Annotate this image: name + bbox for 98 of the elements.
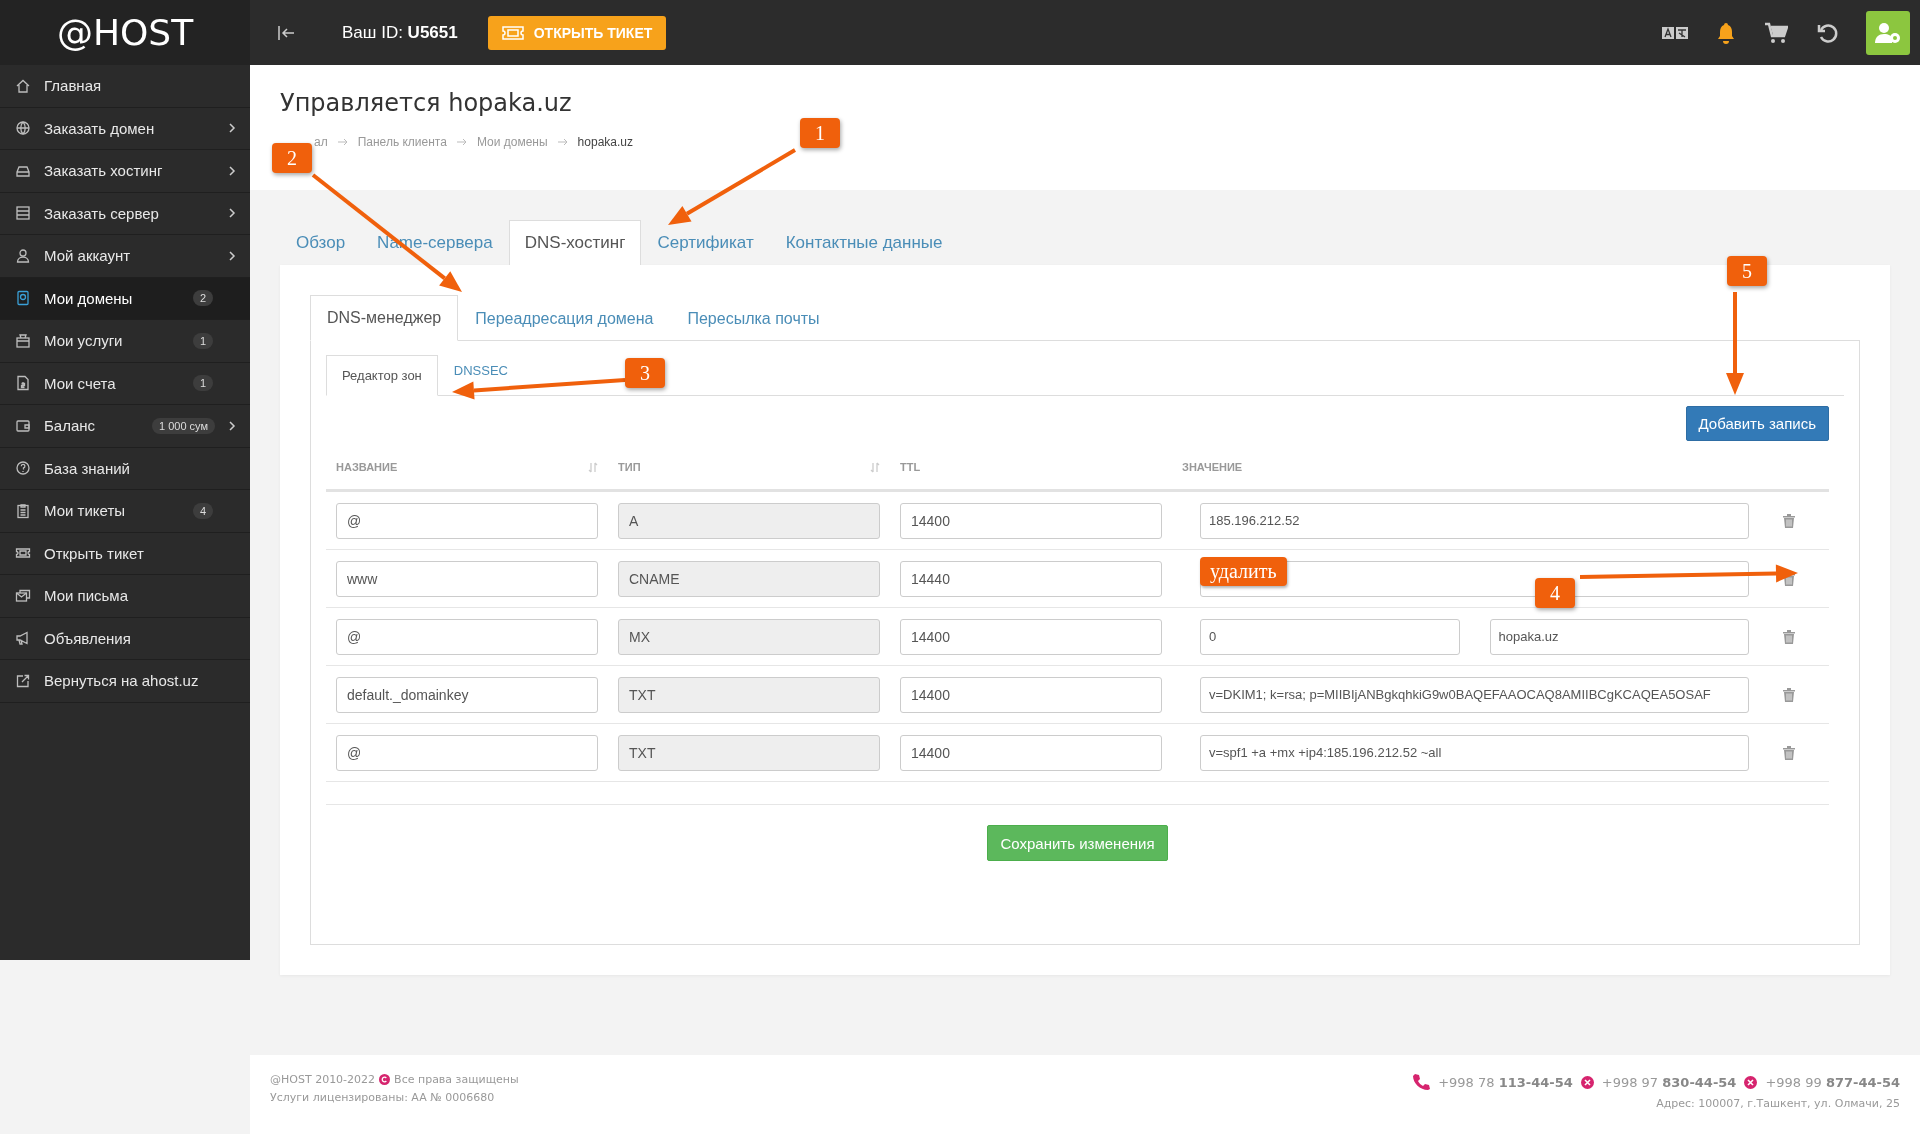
add-record-button[interactable]: Добавить запись <box>1685 406 1829 441</box>
column-header: НАЗВАНИЕ <box>336 461 398 473</box>
name-field[interactable]: @ <box>336 734 598 771</box>
bell-icon[interactable] <box>1716 21 1736 44</box>
breadcrumb: hopaka.uz <box>577 135 633 149</box>
annotation-badge: 5 <box>1727 256 1767 286</box>
phone-number[interactable]: +998 78 113-44-54 <box>1438 1074 1573 1090</box>
tab[interactable]: Пересылка почты <box>670 295 837 341</box>
help-icon <box>15 460 31 477</box>
sidebar-item[interactable]: Баланс 1 000 сум <box>0 405 250 448</box>
gift-box-icon <box>15 332 31 349</box>
phone-number[interactable]: +998 99 877-44-54 <box>1765 1074 1900 1090</box>
phone-icon <box>1412 1073 1431 1091</box>
ttl-field[interactable]: 14400 <box>900 676 1162 713</box>
tab[interactable]: DNS-хостинг <box>508 220 642 265</box>
trash-icon[interactable] <box>1783 513 1795 528</box>
type-field[interactable]: MX <box>618 618 880 655</box>
globe-icon <box>15 120 31 137</box>
tab[interactable]: DNSSEC <box>437 355 524 379</box>
refresh-icon[interactable] <box>1816 21 1838 44</box>
account-settings-button[interactable] <box>1866 10 1910 55</box>
annotation-badge: 3 <box>625 358 665 388</box>
sidebar-item[interactable]: Мой аккаунт <box>0 235 250 278</box>
page-title: Управляется hopaka.uz <box>280 89 573 117</box>
sidebar-item[interactable]: Мои домены 2 <box>0 277 250 320</box>
annotation-badge: 4 <box>1535 578 1575 608</box>
value-field[interactable]: 0 <box>1200 618 1460 655</box>
name-field[interactable]: default._domainkey <box>336 676 598 713</box>
address-text: Адрес: 100007, г.Ташкент, ул. Олмачи, 25 <box>1656 1097 1900 1110</box>
tab[interactable]: Редактор зон <box>326 355 438 396</box>
megaphone-icon <box>15 630 31 647</box>
mail-icon <box>15 587 31 604</box>
count-badge: 1 000 сум <box>151 417 215 434</box>
annotation-badge: 1 <box>800 118 840 148</box>
count-badge: 2 <box>192 290 213 307</box>
user-icon <box>15 247 31 264</box>
annotation-tooltip: удалить <box>1200 557 1287 586</box>
arrow-right-icon <box>557 138 568 146</box>
rights-text: Все права защищены <box>394 1073 519 1086</box>
ttl-field[interactable]: 14400 <box>900 502 1162 539</box>
column-header: ЗНАЧЕНИЕ <box>1182 461 1243 473</box>
clipboard-icon <box>15 502 31 519</box>
arrow-right-icon <box>456 138 467 146</box>
count-badge: 1 <box>192 375 213 392</box>
sidebar-item[interactable]: Мои счета 1 <box>0 362 250 405</box>
arrow-right-icon <box>337 138 348 146</box>
value-field[interactable]: hopaka.uz <box>1489 618 1749 655</box>
sidebar-item[interactable]: Заказать хостинг <box>0 150 250 193</box>
ttl-field[interactable]: 14440 <box>900 560 1162 597</box>
type-field[interactable]: TXT <box>618 734 880 771</box>
license-text: Услуги лицензированы: AA № 0006680 <box>270 1091 496 1104</box>
invoice-icon <box>15 375 31 392</box>
user-gear-icon <box>1874 20 1902 45</box>
type-field[interactable]: CNAME <box>618 560 880 597</box>
user-id: Ваш ID: U5651 <box>342 22 458 43</box>
external-link-icon <box>15 672 31 689</box>
type-field[interactable]: TXT <box>618 676 880 713</box>
trash-icon[interactable] <box>1783 745 1795 760</box>
name-field[interactable]: www <box>336 560 598 597</box>
messenger-icon <box>1580 1075 1594 1089</box>
count-badge: 1 <box>192 332 213 349</box>
ttl-field[interactable]: 14400 <box>900 618 1162 655</box>
name-field[interactable]: @ <box>336 502 598 539</box>
trash-icon[interactable] <box>1783 687 1795 702</box>
sidebar-item[interactable]: Вернуться на ahost.uz <box>0 660 250 703</box>
messenger-icon <box>1744 1075 1758 1089</box>
collapse-icon[interactable] <box>278 24 296 41</box>
sidebar-item[interactable]: Открыть тикет <box>0 532 250 575</box>
ticket-icon <box>501 24 524 41</box>
name-field[interactable]: @ <box>336 618 598 655</box>
logo[interactable]: @HOST <box>0 0 250 65</box>
type-field[interactable]: A <box>618 502 880 539</box>
tab[interactable]: Переадресация домена <box>458 295 671 341</box>
count-badge: 4 <box>192 502 213 519</box>
cart-icon[interactable] <box>1764 21 1788 44</box>
translate-icon[interactable] <box>1662 24 1688 41</box>
value-field[interactable]: 185.196.212.52 <box>1200 502 1749 539</box>
ttl-field[interactable]: 14400 <box>900 734 1162 771</box>
phone-number[interactable]: +998 97 830-44-54 <box>1601 1074 1737 1090</box>
value-field[interactable]: v=DKIM1; k=rsa; p=MIIBIjANBgkqhkiG9w0BAQEFAAOCAQ8AMIIBCgKCAQEA5OSAF <box>1200 676 1749 713</box>
column-header: ТИП <box>618 461 641 473</box>
tablet-icon <box>15 290 31 307</box>
server-icon <box>15 205 31 222</box>
tab[interactable]: DNS-менеджер <box>310 295 459 341</box>
sidebar-item[interactable]: Мои услуги 1 <box>0 320 250 363</box>
column-header: TTL <box>900 461 921 473</box>
value-field[interactable]: v=spf1 +a +mx +ip4:185.196.212.52 ~all <box>1200 734 1749 771</box>
copyright-text: @HOST 2010-2022 <box>270 1073 376 1086</box>
sidebar-item[interactable]: База знаний <box>0 447 250 490</box>
copyright-icon <box>379 1074 391 1085</box>
annotation-badge: 2 <box>272 143 312 173</box>
home-icon <box>15 77 31 94</box>
sidebar-item[interactable]: Мои тикеты 4 <box>0 490 250 533</box>
sidebar-item[interactable]: Мои письма <box>0 575 250 618</box>
sidebar-item[interactable]: Объявления <box>0 617 250 660</box>
sidebar-item[interactable]: Заказать сервер <box>0 192 250 235</box>
trash-icon[interactable] <box>1783 629 1795 644</box>
wallet-icon <box>15 417 31 434</box>
